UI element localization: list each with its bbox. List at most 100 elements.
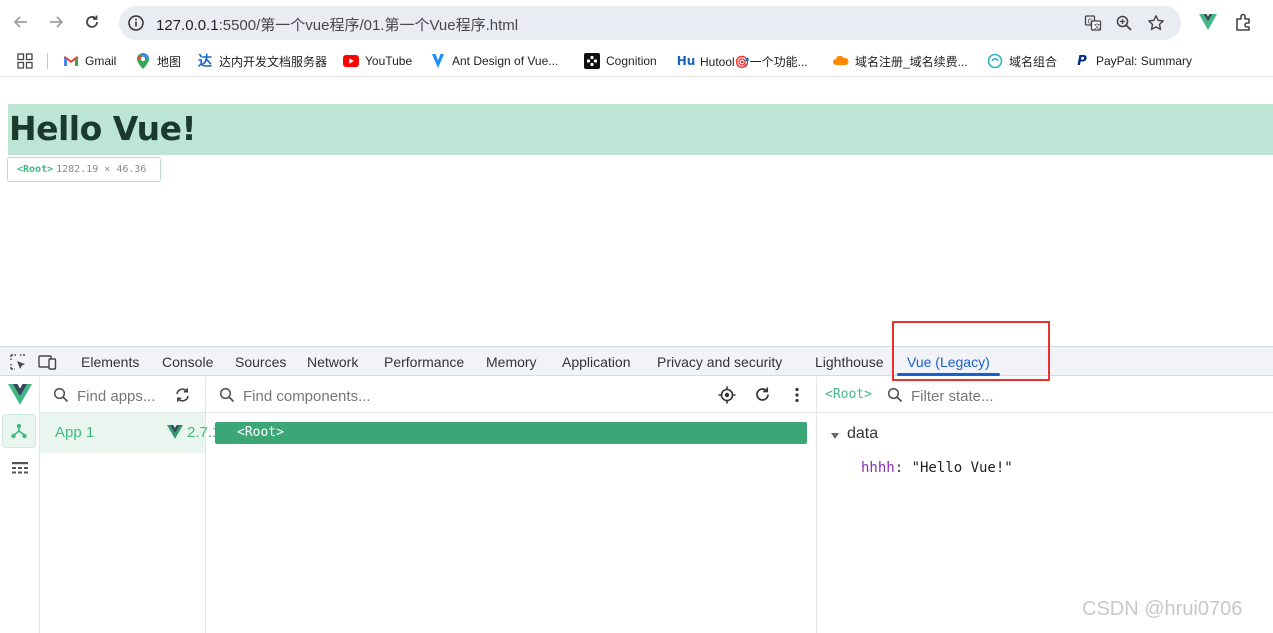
reload-button[interactable]	[81, 11, 103, 33]
apps-pane: App 1 2.7.16	[40, 377, 229, 633]
inspect-element-icon[interactable]	[9, 353, 27, 371]
tarena-icon: 达	[198, 54, 212, 70]
hutool-icon: Hu	[676, 54, 696, 68]
component-size-tooltip: <Root> 1282.19 × 46.36	[7, 157, 161, 182]
bookmark-label: 域名组合	[1009, 54, 1058, 69]
apps-search-bar	[40, 377, 205, 413]
bookmark-star-icon[interactable]	[1147, 14, 1165, 32]
bookmark-label: 地图	[157, 54, 182, 69]
bookmark-label: YouTube	[365, 54, 413, 68]
bookmark-label: PayPal: Summary	[1096, 54, 1193, 68]
data-section-label[interactable]: data	[847, 425, 878, 443]
filter-state-input[interactable]	[911, 386, 1211, 406]
search-icon	[219, 387, 235, 403]
bookmark-ant-design-vue[interactable]: Ant Design of Vue...	[430, 52, 558, 70]
tab-application[interactable]: Application	[562, 354, 631, 370]
apps-grid-icon[interactable]	[17, 53, 33, 69]
url-text: 127.0.0.1:5500/第一个vue程序/01.第一个Vue程序.html	[156, 17, 519, 34]
bookmark-paypal[interactable]: P PayPal: Summary	[1074, 52, 1192, 70]
extensions-puzzle-icon[interactable]	[1233, 11, 1255, 33]
tab-sources[interactable]: Sources	[235, 354, 286, 370]
vue-logo	[0, 377, 40, 411]
devtools-panel: Elements Console Sources Network Perform…	[0, 321, 1273, 633]
bookmarks-bar: Gmail 地图 达 达内开发文档服务器 YouTube Ant Design …	[0, 45, 1273, 77]
more-options-icon[interactable]	[794, 387, 800, 403]
select-component-target-icon[interactable]	[718, 386, 736, 404]
component-tree-pane: <Root>	[206, 377, 817, 633]
bookmark-maps[interactable]: 地图	[135, 52, 181, 70]
bookmark-domain-combo[interactable]: 域名组合	[987, 52, 1057, 70]
address-bar[interactable]: 127.0.0.1:5500/第一个vue程序/01.第一个Vue程序.html…	[119, 6, 1181, 40]
timeline-tab-button[interactable]	[0, 451, 40, 485]
gmail-icon	[63, 53, 79, 69]
forward-arrow-icon	[50, 16, 64, 28]
paypal-icon: P	[1077, 53, 1087, 69]
page-viewport: Hello Vue! <Root> 1282.19 × 46.36	[0, 78, 1273, 346]
bookmark-domain-register[interactable]: 域名注册_域名续费...	[833, 52, 968, 70]
search-icon	[887, 387, 903, 403]
app-name: App 1	[55, 424, 95, 441]
maps-pin-icon	[135, 53, 151, 69]
tab-memory[interactable]: Memory	[486, 354, 537, 370]
annotation-red-box	[892, 321, 1050, 381]
component-dimensions: 1282.19 × 46.36	[56, 164, 147, 175]
tab-console[interactable]: Console	[162, 354, 213, 370]
page-heading: Hello Vue!	[9, 109, 197, 148]
root-highlight-overlay: Hello Vue!	[8, 104, 1273, 155]
svg-text:文: 文	[1094, 22, 1101, 31]
bookmark-label: Ant Design of Vue...	[452, 54, 559, 68]
reload-icon	[86, 15, 98, 28]
watermark: CSDN @hrui0706	[1082, 598, 1243, 620]
device-toggle-icon[interactable]	[38, 353, 57, 371]
vue-devtools-rail	[0, 377, 40, 633]
search-icon	[53, 387, 69, 403]
tab-elements[interactable]: Elements	[81, 354, 139, 370]
bookmark-tarena-docs[interactable]: 达 达内开发文档服务器	[197, 52, 327, 70]
bookmark-youtube[interactable]: YouTube	[343, 52, 412, 70]
bookmark-label: Cognition	[606, 54, 657, 68]
component-tree-root-label: <Root>	[237, 425, 284, 440]
back-arrow-icon	[13, 16, 27, 28]
component-tag: <Root>	[17, 164, 54, 175]
cloud-icon	[833, 53, 849, 69]
selected-component-label: <Root>	[825, 387, 872, 402]
vue-devtools-extension-icon[interactable]	[1197, 11, 1219, 33]
component-tree-root-row[interactable]: <Root>	[215, 422, 807, 444]
cognition-icon	[584, 53, 600, 69]
bookmark-label: Hutool🎯一个功能...	[700, 54, 808, 69]
youtube-icon	[343, 53, 359, 69]
refresh-apps-icon[interactable]	[174, 387, 191, 403]
components-tab-button[interactable]	[2, 414, 36, 448]
timeline-icon	[12, 462, 28, 474]
antd-icon	[430, 53, 446, 69]
bookmark-hutool[interactable]: Hu Hutool🎯一个功能...	[676, 52, 808, 70]
forward-button[interactable]	[45, 11, 67, 33]
bookmark-cognition[interactable]: Cognition	[584, 52, 657, 70]
components-search-bar	[206, 377, 816, 413]
svg-text:G: G	[1088, 18, 1093, 26]
bookmarks-divider	[47, 53, 48, 69]
devtools-tab-bar: Elements Console Sources Network Perform…	[0, 321, 1273, 381]
site-info-icon[interactable]	[127, 14, 145, 32]
bookmark-label: 达内开发文档服务器	[219, 54, 328, 69]
tab-network[interactable]: Network	[307, 354, 358, 370]
state-search-bar: <Root>	[817, 377, 1273, 413]
refresh-components-icon[interactable]	[754, 386, 771, 403]
state-property-key: hhhh	[861, 460, 895, 476]
find-components-input[interactable]	[243, 386, 683, 406]
bookmark-label: Gmail	[85, 54, 117, 68]
back-button[interactable]	[10, 11, 32, 33]
tab-lighthouse[interactable]: Lighthouse	[815, 354, 884, 370]
bookmark-label: 域名注册_域名续费...	[855, 54, 968, 69]
tab-privacy-security[interactable]: Privacy and security	[657, 354, 782, 370]
find-apps-input[interactable]	[77, 386, 172, 406]
browser-toolbar: 127.0.0.1:5500/第一个vue程序/01.第一个Vue程序.html…	[0, 0, 1273, 45]
translate-icon[interactable]: G文	[1084, 14, 1102, 32]
state-property-row[interactable]: hhhh: "Hello Vue!"	[861, 460, 1013, 476]
bookmark-gmail[interactable]: Gmail	[63, 52, 116, 70]
tab-performance[interactable]: Performance	[384, 354, 464, 370]
data-section-collapse-arrow[interactable]	[831, 433, 839, 439]
vue-logo-icon	[8, 383, 32, 405]
app-list-item[interactable]: App 1 2.7.16	[40, 413, 229, 453]
zoom-icon[interactable]	[1115, 14, 1133, 32]
